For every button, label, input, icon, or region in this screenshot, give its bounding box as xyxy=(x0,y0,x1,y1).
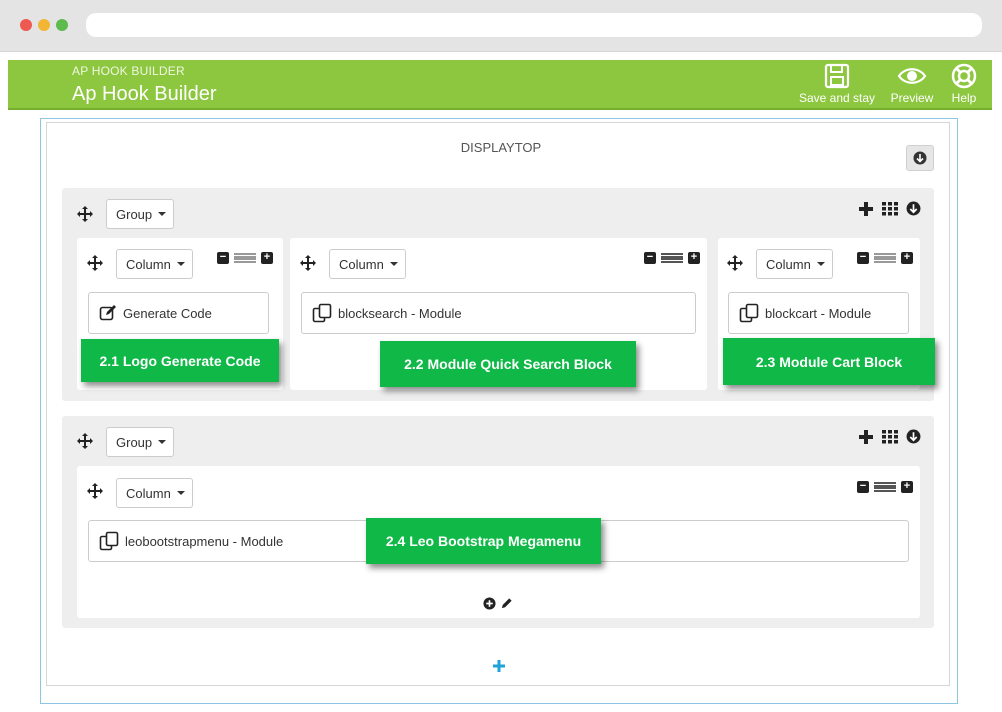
caret-down-icon xyxy=(176,262,185,266)
increase-width-icon[interactable]: + xyxy=(261,252,273,264)
caret-down-icon xyxy=(816,262,825,266)
widget-label: blockcart - Module xyxy=(765,305,872,321)
page-title: Ap Hook Builder xyxy=(72,83,217,105)
arrow-down-circle-icon[interactable] xyxy=(906,201,921,216)
width-bars-icon xyxy=(661,253,683,263)
caret-down-icon xyxy=(389,262,398,266)
callout-module-quick-search: 2.2 Module Quick Search Block xyxy=(380,341,636,387)
decrease-width-icon[interactable]: − xyxy=(857,252,869,264)
caret-down-icon xyxy=(176,491,185,495)
arrow-down-circle-icon xyxy=(913,151,927,165)
callout-module-cart-block: 2.3 Module Cart Block xyxy=(723,338,935,385)
arrow-down-circle-icon[interactable] xyxy=(906,429,921,444)
help-label: Help xyxy=(951,91,977,105)
group-dropdown-label: Group xyxy=(116,206,153,222)
hook-title: DISPLAYTOP xyxy=(460,140,542,155)
caret-down-icon xyxy=(158,212,167,216)
column-width-controls: − + xyxy=(644,252,700,264)
save-and-stay-button[interactable]: Save and stay xyxy=(796,63,878,105)
widget-label: blocksearch - Module xyxy=(338,305,462,321)
minimize-window-dot[interactable] xyxy=(38,19,50,31)
column-width-controls: − + xyxy=(857,481,913,493)
hook-collapse-button[interactable] xyxy=(906,145,934,171)
move-column-icon[interactable] xyxy=(299,254,317,272)
width-bars-icon xyxy=(234,253,256,263)
increase-width-icon[interactable]: + xyxy=(688,252,700,264)
move-group-icon[interactable] xyxy=(76,432,94,450)
column-dropdown-label: Column xyxy=(766,256,811,272)
move-column-icon[interactable] xyxy=(726,254,744,272)
save-and-stay-label: Save and stay xyxy=(798,91,876,105)
preview-button[interactable]: Preview xyxy=(886,63,938,105)
column-dropdown[interactable]: Column xyxy=(116,249,193,279)
column-width-controls: − + xyxy=(857,252,913,264)
header-subtitle: AP HOOK BUILDER xyxy=(72,64,185,78)
move-column-icon[interactable] xyxy=(86,254,104,272)
group-dropdown[interactable]: Group xyxy=(106,199,174,229)
copy-icon xyxy=(312,303,332,323)
preview-label: Preview xyxy=(890,91,934,105)
add-group-icon[interactable] xyxy=(493,660,505,672)
lifebuoy-icon xyxy=(951,63,977,89)
decrease-width-icon[interactable]: − xyxy=(857,481,869,493)
maximize-window-dot[interactable] xyxy=(56,19,68,31)
group-dropdown-label: Group xyxy=(116,434,153,450)
copy-icon xyxy=(739,303,759,323)
callout-logo-generate-code: 2.1 Logo Generate Code xyxy=(81,339,279,382)
save-icon xyxy=(824,63,850,89)
column-dropdown[interactable]: Column xyxy=(116,478,193,508)
increase-width-icon[interactable]: + xyxy=(901,481,913,493)
column-width-controls: − + xyxy=(217,252,273,264)
widget-label: Generate Code xyxy=(123,305,212,321)
add-column-icon[interactable] xyxy=(859,430,873,444)
column-dropdown-label: Column xyxy=(126,485,171,501)
column-dropdown[interactable]: Column xyxy=(329,249,406,279)
help-button[interactable]: Help xyxy=(944,63,984,105)
column-dropdown[interactable]: Column xyxy=(756,249,833,279)
copy-icon xyxy=(99,531,119,551)
widget-blockcart[interactable]: blockcart - Module xyxy=(728,292,909,334)
column-dropdown-label: Column xyxy=(339,256,384,272)
address-bar[interactable] xyxy=(86,13,982,37)
decrease-width-icon[interactable]: − xyxy=(644,252,656,264)
widget-generate-code[interactable]: Generate Code xyxy=(88,292,269,334)
widget-blocksearch[interactable]: blocksearch - Module xyxy=(301,292,696,334)
widget-label: leobootstrapmenu - Module xyxy=(125,533,284,549)
decrease-width-icon[interactable]: − xyxy=(217,252,229,264)
close-window-dot[interactable] xyxy=(20,19,32,31)
move-group-icon[interactable] xyxy=(76,205,94,223)
eye-icon xyxy=(897,68,927,84)
add-column-icon[interactable] xyxy=(859,202,873,216)
grid-icon[interactable] xyxy=(882,202,898,216)
callout-leo-bootstrap-megamenu: 2.4 Leo Bootstrap Megamenu xyxy=(366,518,601,564)
edit-icon xyxy=(99,305,116,321)
width-bars-icon xyxy=(874,482,896,492)
width-bars-icon xyxy=(874,253,896,263)
increase-width-icon[interactable]: + xyxy=(901,252,913,264)
caret-down-icon xyxy=(158,440,167,444)
group-dropdown[interactable]: Group xyxy=(106,427,174,457)
column-dropdown-label: Column xyxy=(126,256,171,272)
pencil-icon[interactable] xyxy=(500,597,513,610)
move-column-icon[interactable] xyxy=(86,482,104,500)
grid-icon[interactable] xyxy=(882,430,898,444)
add-widget-icon[interactable] xyxy=(483,597,496,610)
